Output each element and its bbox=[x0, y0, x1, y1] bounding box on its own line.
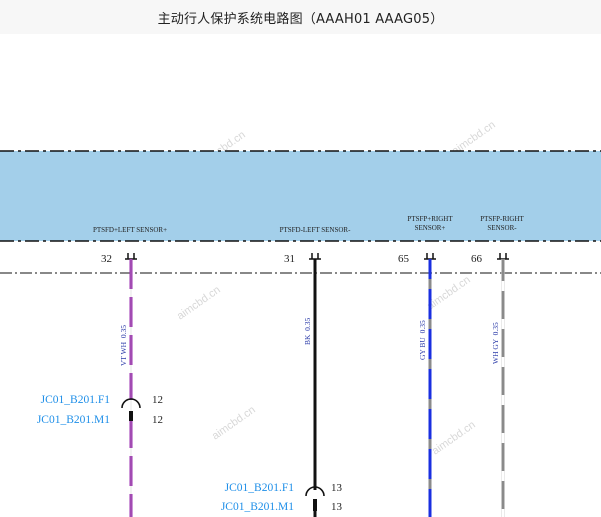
pin-label: PTSFD-LEFT SENSOR- bbox=[280, 226, 352, 234]
wire-codes: VT WH 0.35 BK 0.35 GY BU 0.35 WH GY 0.35 bbox=[119, 317, 500, 366]
connector-pin-number: 12 bbox=[152, 394, 163, 406]
connector-female-label: JC01_B201.F1 bbox=[225, 482, 295, 494]
connector-male-label: JC01_B201.M1 bbox=[37, 414, 110, 426]
male-terminal-icon bbox=[313, 499, 317, 511]
pin-label: PTSFD+LEFT SENSOR+ bbox=[93, 226, 167, 234]
watermark: aimcbd.cn bbox=[430, 419, 478, 458]
watermark: aimcbd.cn bbox=[425, 274, 473, 313]
inline-connector: JC01_B201.F1 JC01_B201.M1 12 12 bbox=[37, 394, 163, 426]
pin-number: 65 bbox=[398, 253, 410, 265]
connector-pin-number: 13 bbox=[331, 482, 343, 494]
wire-code: BK 0.35 bbox=[303, 317, 312, 345]
circuit-diagram: aimcbd.cn aimcbd.cn aimcbd.cn aimcbd.cn … bbox=[0, 119, 601, 517]
connector-male-label: JC01_B201.M1 bbox=[221, 501, 294, 513]
male-terminal-icon bbox=[129, 411, 133, 421]
pin-number: 31 bbox=[284, 253, 295, 265]
pin-label: PTSFP-RIGHT bbox=[480, 215, 524, 223]
terminal-icon bbox=[309, 253, 321, 260]
pin-label: SENSOR+ bbox=[415, 224, 446, 232]
wire-white-gray bbox=[501, 259, 505, 517]
terminal-icon bbox=[125, 253, 137, 260]
wire-code: GY BU 0.35 bbox=[418, 320, 427, 360]
module-body bbox=[0, 150, 601, 274]
terminal-icon bbox=[497, 253, 509, 260]
terminal-icon bbox=[424, 253, 436, 260]
connector-pin-number: 13 bbox=[331, 501, 343, 513]
pin-label: PTSFP+RIGHT bbox=[407, 215, 453, 223]
inline-connector: JC01_B201.F1 JC01_B201.M1 13 13 bbox=[221, 482, 343, 513]
wire-code: VT WH 0.35 bbox=[119, 325, 128, 366]
watermark: aimcbd.cn bbox=[210, 404, 258, 443]
connector-pin-number: 12 bbox=[152, 414, 163, 426]
pin-label: SENSOR- bbox=[487, 224, 517, 232]
wire-code: WH GY 0.35 bbox=[491, 322, 500, 364]
pin-number: 32 bbox=[101, 253, 112, 265]
terminal-symbols bbox=[125, 253, 509, 260]
pin-number: 66 bbox=[471, 253, 483, 265]
connector-female-label: JC01_B201.F1 bbox=[41, 394, 111, 406]
watermark: aimcbd.cn bbox=[175, 284, 223, 323]
